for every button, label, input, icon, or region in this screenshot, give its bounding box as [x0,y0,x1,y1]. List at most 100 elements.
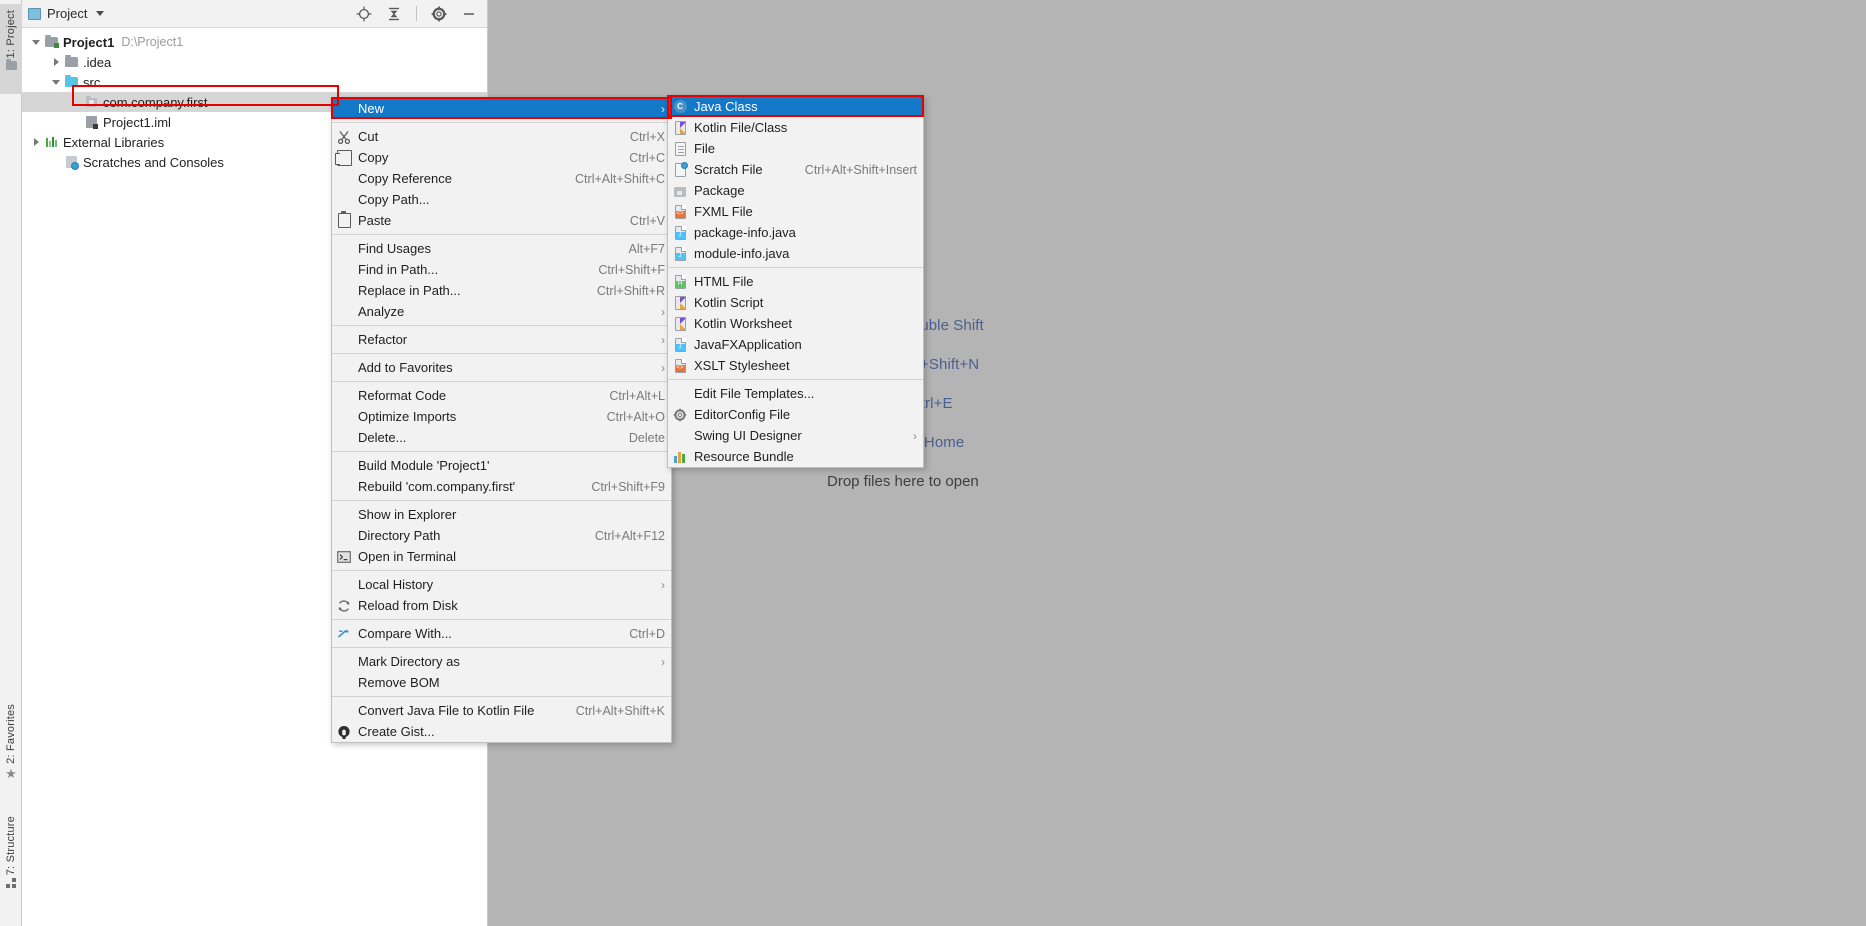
menu-icon-placeholder [332,280,356,301]
tree-row-project1[interactable]: Project1 D:\Project1 [22,32,487,52]
settings-gear-icon[interactable] [431,6,447,22]
submenu-item-html-file[interactable]: H HTML File [668,271,923,292]
copy-icon [332,147,356,168]
tree-label: com.company.first [103,94,208,110]
submenu-separator [668,267,923,268]
menu-item-mark-directory-as[interactable]: Mark Directory as › [332,651,671,672]
menu-item-reformat-code[interactable]: Reformat Code Ctrl+Alt+L [332,385,671,406]
menu-item-find-in-path[interactable]: Find in Path... Ctrl+Shift+F [332,259,671,280]
menu-item-copy[interactable]: Copy Ctrl+C [332,147,671,168]
menu-icon-placeholder [332,525,356,546]
gear-icon [668,404,692,425]
menu-item-shortcut: Ctrl+Shift+R [596,283,665,298]
menu-icon-placeholder [332,455,356,476]
menu-item-paste[interactable]: Paste Ctrl+V [332,210,671,231]
menu-item-find-usages[interactable]: Find Usages Alt+F7 [332,238,671,259]
menu-separator [332,122,671,123]
tool-button-project[interactable]: 1: Project [0,4,22,94]
submenu-item-kotlin-file-class[interactable]: Kotlin File/Class [668,117,923,138]
collapse-all-icon[interactable] [386,6,402,22]
menu-item-shortcut: Delete [628,430,665,445]
menu-icon-placeholder [332,406,356,427]
submenu-item-file[interactable]: File [668,138,923,159]
menu-item-copy-reference[interactable]: Copy Reference Ctrl+Alt+Shift+C [332,168,671,189]
chevron-right-icon[interactable] [48,58,64,66]
scratch-file-icon [668,159,692,180]
submenu-item-module-info-java[interactable]: J module-info.java [668,243,923,264]
submenu-item-swing-ui-designer[interactable]: Swing UI Designer › [668,425,923,446]
submenu-item-javafxapplication[interactable]: J JavaFXApplication [668,334,923,355]
library-icon [44,134,60,150]
menu-item-label: Convert Java File to Kotlin File [358,703,535,718]
menu-icon-placeholder [332,504,356,525]
menu-item-open-in-terminal[interactable]: Open in Terminal [332,546,671,567]
folder-icon [5,59,17,71]
menu-item-compare-with[interactable]: Compare With... Ctrl+D [332,623,671,644]
submenu-item-java-class[interactable]: C Java Class [668,96,923,117]
menu-item-analyze[interactable]: Analyze › [332,301,671,322]
menu-item-delete[interactable]: Delete... Delete [332,427,671,448]
menu-item-build-module[interactable]: Build Module 'Project1' [332,455,671,476]
tree-label: .idea [83,54,112,70]
tree-row-src[interactable]: src [22,72,487,92]
kotlin-file-icon [668,313,692,334]
submenu-item-scratch-file[interactable]: Scratch File Ctrl+Alt+Shift+Insert [668,159,923,180]
submenu-item-kotlin-worksheet[interactable]: Kotlin Worksheet [668,313,923,334]
menu-item-cut[interactable]: Cut Ctrl+X [332,126,671,147]
submenu-item-package[interactable]: Package [668,180,923,201]
source-folder-icon [64,74,80,90]
menu-item-directory-path[interactable]: Directory Path Ctrl+Alt+F12 [332,525,671,546]
menu-item-rebuild[interactable]: Rebuild 'com.company.first' Ctrl+Shift+F… [332,476,671,497]
java-file-icon: J [668,243,692,264]
submenu-item-label: Edit File Templates... [694,386,815,401]
menu-item-copy-path[interactable]: Copy Path... [332,189,671,210]
submenu-item-label: EditorConfig File [694,407,791,422]
locate-target-icon[interactable] [356,6,372,22]
folder-grey-icon [64,54,80,70]
menu-item-refactor[interactable]: Refactor › [332,329,671,350]
chevron-open-icon[interactable] [28,39,44,45]
menu-item-shortcut: Ctrl+C [629,150,665,165]
submenu-item-label: package-info.java [694,225,796,240]
html-file-icon: H [668,271,692,292]
submenu-item-kotlin-script[interactable]: Kotlin Script [668,292,923,313]
tool-button-structure[interactable]: 7: Structure [0,812,22,912]
menu-item-label: Copy Reference [358,171,452,186]
menu-icon-placeholder [332,574,356,595]
submenu-item-resource-bundle[interactable]: Resource Bundle [668,446,923,467]
tree-label: Project1 [63,34,115,50]
menu-item-reload-from-disk[interactable]: Reload from Disk [332,595,671,616]
tree-row-idea[interactable]: .idea [22,52,487,72]
menu-item-optimize-imports[interactable]: Optimize Imports Ctrl+Alt+O [332,406,671,427]
menu-separator [332,647,671,648]
menu-icon-placeholder [668,383,692,404]
menu-item-create-gist[interactable]: Create Gist... [332,721,671,742]
left-tool-strip: 1: Project 2: Favorites ★ 7: Structure [0,0,22,926]
menu-item-label: Local History [358,577,434,592]
submenu-item-edit-file-templates[interactable]: Edit File Templates... [668,383,923,404]
chevron-open-icon[interactable] [48,79,64,85]
hide-minimize-icon[interactable] [461,6,477,22]
submenu-item-editorconfig-file[interactable]: EditorConfig File [668,404,923,425]
project-panel-title-group[interactable]: Project [28,6,105,21]
menu-item-remove-bom[interactable]: Remove BOM [332,672,671,693]
menu-item-local-history[interactable]: Local History › [332,574,671,595]
submenu-item-shortcut: Ctrl+Alt+Shift+Insert [804,162,917,177]
menu-item-add-to-favorites[interactable]: Add to Favorites › [332,357,671,378]
menu-item-replace-in-path[interactable]: Replace in Path... Ctrl+Shift+R [332,280,671,301]
menu-item-label: Delete... [358,430,407,445]
tool-button-favorites[interactable]: 2: Favorites ★ [0,700,22,796]
menu-item-label: Replace in Path... [358,283,461,298]
submenu-item-fxml-file[interactable]: <> FXML File [668,201,923,222]
menu-item-convert-java-to-kotlin[interactable]: Convert Java File to Kotlin File Ctrl+Al… [332,700,671,721]
menu-item-label: Refactor [358,332,408,347]
menu-item-show-in-explorer[interactable]: Show in Explorer [332,504,671,525]
submenu-item-package-info-java[interactable]: J package-info.java [668,222,923,243]
project-panel-header: Project [22,0,487,28]
submenu-arrow-icon: › [913,428,917,443]
submenu-arrow-icon: › [661,360,665,375]
menu-item-new[interactable]: New › [332,98,671,119]
submenu-item-xslt-stylesheet[interactable]: <> XSLT Stylesheet [668,355,923,376]
chevron-down-icon[interactable] [96,11,105,16]
chevron-right-icon[interactable] [28,138,44,146]
